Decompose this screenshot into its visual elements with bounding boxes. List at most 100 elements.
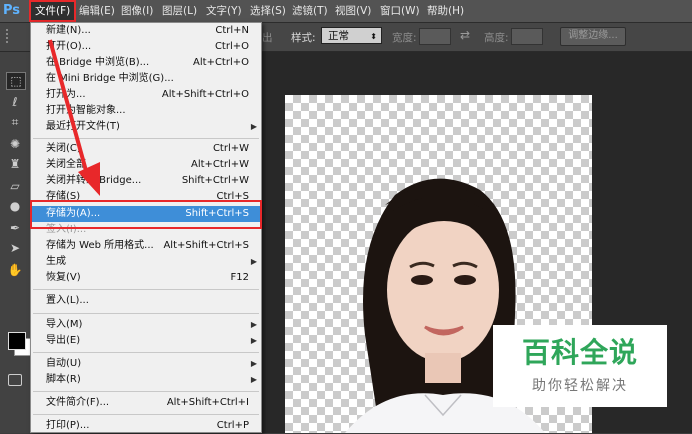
menu-edit[interactable]: 编辑(E)	[79, 0, 115, 22]
quick-mask-icon[interactable]	[8, 374, 22, 386]
watermark-title: 百科全说	[521, 336, 638, 369]
menu-file[interactable]: 文件(F)	[29, 0, 77, 22]
menu-separator	[33, 289, 259, 290]
menu-layer[interactable]: 图层(L)	[162, 0, 197, 22]
menu-item-export[interactable]: 导出(E) ▶	[31, 333, 261, 349]
style-label: 样式:	[291, 32, 316, 44]
menu-item-shortcut: Ctrl+W	[212, 143, 249, 154]
menu-separator	[33, 352, 259, 353]
menu-help[interactable]: 帮助(H)	[427, 0, 464, 22]
stamp-tool-icon[interactable]: ♜	[6, 156, 24, 172]
menu-filter[interactable]: 滤镜(T)	[292, 0, 328, 22]
menu-select[interactable]: 选择(S)	[250, 0, 286, 22]
menu-item-shortcut: Ctrl+P	[216, 420, 249, 431]
blur-tool-icon[interactable]: ●	[6, 198, 24, 214]
menu-separator	[33, 391, 259, 392]
healing-brush-icon[interactable]: ✺	[6, 136, 24, 152]
menu-window[interactable]: 窗口(W)	[380, 0, 420, 22]
menu-item-label: 存储为 Web 所用格式...	[46, 240, 154, 251]
submenu-arrow-icon: ▶	[250, 375, 257, 384]
menu-item-label: 脚本(R)	[46, 374, 81, 385]
menu-item-close-go-bridge[interactable]: 关闭并转到 Bridge... Shift+Ctrl+W	[31, 173, 261, 189]
menu-item-label: 关闭全部	[46, 159, 86, 170]
hand-tool-icon[interactable]: ✋	[6, 262, 24, 278]
submenu-arrow-icon: ▶	[250, 320, 257, 329]
menu-item-label: 导入(M)	[46, 319, 83, 330]
menu-item-label: 打开为智能对象...	[46, 105, 126, 116]
swap-icon[interactable]: ⇄	[460, 28, 470, 42]
lasso-tool-icon[interactable]: ℓ	[6, 94, 24, 110]
menu-item-recent-files[interactable]: 最近打开文件(T) ▶	[31, 119, 261, 135]
menu-item-label: 生成	[46, 256, 66, 267]
menu-item-close-all[interactable]: 关闭全部 Alt+Ctrl+W	[31, 157, 261, 173]
menu-item-close[interactable]: 关闭(C) Ctrl+W	[31, 141, 261, 157]
feather-partial-label: 出	[262, 32, 273, 44]
menu-item-shortcut: Alt+Shift+Ctrl+S	[163, 240, 249, 251]
menu-item-shortcut: Alt+Shift+Ctrl+O	[161, 89, 249, 100]
menu-item-label: 导出(E)	[46, 335, 81, 346]
watermark-subtitle: 助你轻松解决	[532, 378, 628, 394]
photoshop-logo: Ps	[3, 3, 21, 18]
menu-item-open-smart-object[interactable]: 打开为智能对象...	[31, 103, 261, 119]
menu-item-label: 打开(O)...	[46, 41, 92, 52]
menu-item-label: 打印(P)...	[46, 420, 90, 431]
menu-item-label: 打开为...	[46, 89, 86, 100]
menu-item-shortcut: Ctrl+O	[214, 41, 249, 52]
path-select-icon[interactable]: ➤	[6, 240, 24, 256]
menu-view[interactable]: 视图(V)	[335, 0, 371, 22]
width-input[interactable]	[419, 28, 451, 45]
submenu-arrow-icon: ▶	[250, 122, 257, 131]
menu-bar: Ps 文件(F) 编辑(E) 图像(I) 图层(L) 文字(Y) 选择(S) 滤…	[0, 0, 692, 23]
eraser-tool-icon[interactable]: ▱	[6, 178, 24, 194]
menu-item-open[interactable]: 打开(O)... Ctrl+O	[31, 39, 261, 55]
menu-item-browse-bridge[interactable]: 在 Bridge 中浏览(B)... Alt+Ctrl+O	[31, 55, 261, 71]
select-arrows-icon: ⬍	[370, 32, 377, 41]
menu-item-automate[interactable]: 自动(U) ▶	[31, 356, 261, 372]
menu-item-shortcut: Ctrl+N	[215, 25, 249, 36]
submenu-arrow-icon: ▶	[250, 359, 257, 368]
menu-image[interactable]: 图像(I)	[121, 0, 153, 22]
menu-item-generate[interactable]: 生成 ▶	[31, 254, 261, 270]
style-select[interactable]: 正常 ⬍	[321, 27, 382, 44]
menu-item-save-for-web[interactable]: 存储为 Web 所用格式... Alt+Shift+Ctrl+S	[31, 238, 261, 254]
style-select-value: 正常	[328, 30, 349, 42]
menu-item-label: 在 Mini Bridge 中浏览(G)...	[46, 73, 174, 84]
crop-tool-icon[interactable]: ⌗	[6, 114, 24, 130]
menu-item-shortcut: Shift+Ctrl+W	[181, 175, 249, 186]
refine-edge-button[interactable]: 调整边缘...	[560, 27, 626, 46]
height-input[interactable]	[511, 28, 543, 45]
submenu-arrow-icon: ▶	[250, 257, 257, 266]
menu-item-shortcut: F12	[230, 272, 249, 283]
tools-panel: ⬚ ℓ ⌗ ✺ ♜ ▱ ● ✒ ➤ ✋	[0, 52, 32, 433]
menu-item-label: 文件简介(F)...	[46, 397, 110, 408]
menu-item-file-info[interactable]: 文件简介(F)... Alt+Shift+Ctrl+I	[31, 395, 261, 411]
menu-item-open-as[interactable]: 打开为... Alt+Shift+Ctrl+O	[31, 87, 261, 103]
menu-item-scripts[interactable]: 脚本(R) ▶	[31, 372, 261, 388]
menu-separator	[33, 414, 259, 415]
menu-item-import[interactable]: 导入(M) ▶	[31, 317, 261, 333]
height-label: 高度:	[484, 32, 509, 44]
menu-separator	[33, 313, 259, 314]
menu-item-label: 关闭(C)	[46, 143, 81, 154]
menu-item-label: 置入(L)...	[46, 295, 89, 306]
menu-item-label: 在 Bridge 中浏览(B)...	[46, 57, 150, 68]
menu-item-label: 自动(U)	[46, 358, 82, 369]
menu-type[interactable]: 文字(Y)	[206, 0, 242, 22]
annotation-highlight-box	[30, 200, 262, 229]
menu-item-label: 新建(N)...	[46, 25, 91, 36]
marquee-tool-icon[interactable]: ⬚	[6, 72, 26, 90]
foreground-color-swatch[interactable]	[8, 332, 26, 350]
menu-item-place[interactable]: 置入(L)...	[31, 293, 261, 309]
menu-item-shortcut: Alt+Ctrl+O	[193, 57, 249, 68]
menu-separator	[33, 138, 259, 139]
menu-item-print[interactable]: 打印(P)... Ctrl+P	[31, 418, 261, 434]
menu-item-new[interactable]: 新建(N)... Ctrl+N	[31, 23, 261, 39]
menu-item-revert[interactable]: 恢复(V) F12	[31, 270, 261, 286]
submenu-arrow-icon: ▶	[250, 336, 257, 345]
pen-tool-icon[interactable]: ✒	[6, 220, 24, 236]
options-grip[interactable]	[6, 29, 18, 43]
menu-item-label: 关闭并转到 Bridge...	[46, 175, 142, 186]
watermark-logo: 百科全说 助你轻松解决	[493, 325, 667, 407]
menu-item-shortcut: Alt+Shift+Ctrl+I	[166, 397, 249, 408]
menu-item-browse-mini-bridge[interactable]: 在 Mini Bridge 中浏览(G)...	[31, 71, 261, 87]
